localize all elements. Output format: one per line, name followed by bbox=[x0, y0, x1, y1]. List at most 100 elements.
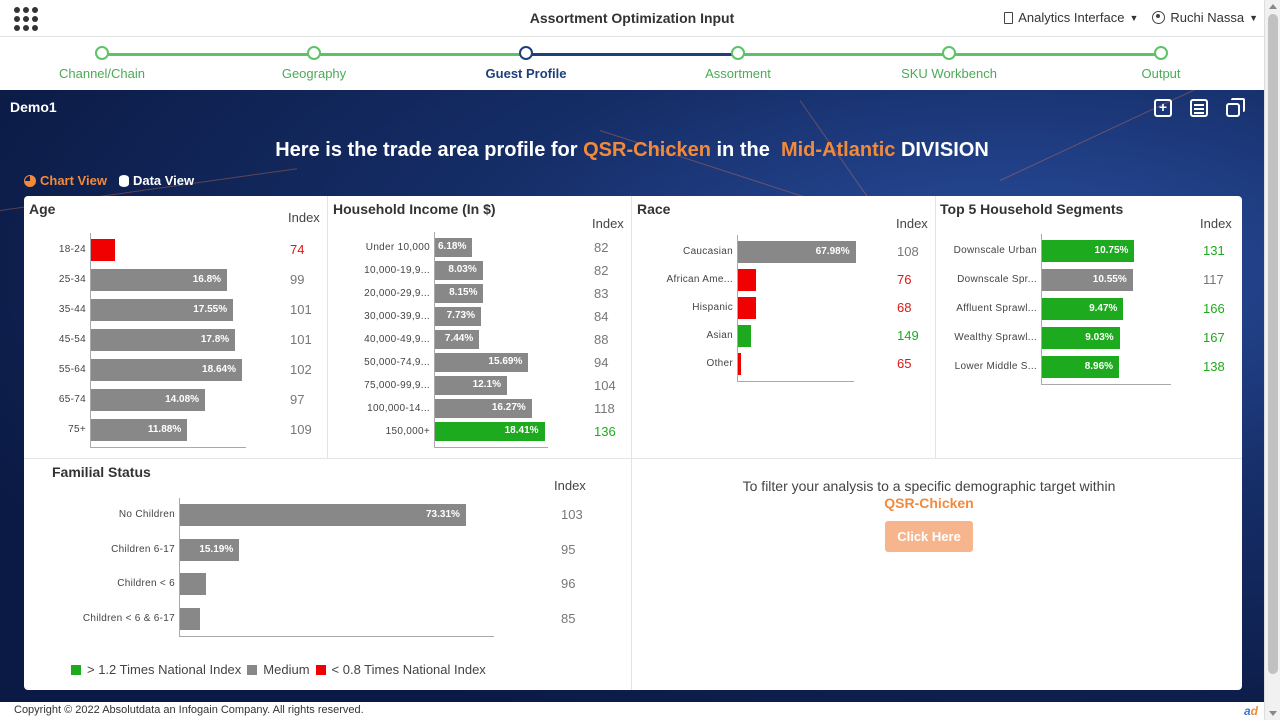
age-bar[interactable]: 11.88% bbox=[91, 419, 188, 441]
copyright-text: Copyright © 2022 Absolutdata an Infogain… bbox=[14, 704, 364, 716]
age-bar[interactable]: 14.08% bbox=[91, 389, 206, 411]
age-category-label: 55-64 bbox=[58, 364, 86, 375]
household-income-in-bar-value: 12.1% bbox=[472, 379, 501, 390]
top-5-household-segments-bar[interactable]: 9.03% bbox=[1042, 327, 1120, 349]
household-income-in-category-label: 75,000-99,9... bbox=[364, 379, 430, 391]
filter-text: To filter your analysis to a specific de… bbox=[742, 478, 1116, 494]
household-income-in-index-value: 104 bbox=[594, 377, 616, 393]
progress-stepper: Channel/Chain Geography Guest Profile As… bbox=[0, 38, 1264, 90]
household-income-in-bar[interactable]: 12.1% bbox=[435, 376, 507, 395]
household-income-in-bar[interactable]: 16.27% bbox=[435, 399, 532, 418]
familial-status-index-value: 96 bbox=[561, 576, 576, 591]
age-category-label: 18-24 bbox=[58, 244, 86, 255]
step-output[interactable]: Output bbox=[1061, 46, 1261, 81]
race-bar[interactable]: 67.98% bbox=[738, 241, 856, 263]
database-icon bbox=[118, 174, 129, 187]
household-income-in-index-value: 83 bbox=[594, 285, 609, 301]
caret-down-icon: ▼ bbox=[1249, 12, 1258, 23]
page-headline: Here is the trade area profile for QSR-C… bbox=[275, 139, 989, 161]
top-5-household-segments-bar[interactable]: 9.47% bbox=[1042, 298, 1124, 320]
click-here-button[interactable]: Click Here bbox=[885, 521, 973, 552]
top-5-household-segments-bar-value: 10.55% bbox=[1092, 274, 1127, 285]
top-5-household-segments-bar[interactable]: 10.55% bbox=[1042, 269, 1133, 291]
step-geography[interactable]: Geography bbox=[214, 46, 414, 81]
household-income-in-bar[interactable]: 7.44% bbox=[435, 330, 480, 349]
chart-view-toggle[interactable]: Chart View bbox=[24, 173, 107, 188]
step-assortment[interactable]: Assortment bbox=[638, 46, 838, 81]
app-grid-icon[interactable] bbox=[14, 7, 38, 31]
race-bar[interactable] bbox=[738, 353, 741, 375]
household-income-in-index-header: Index bbox=[592, 216, 624, 231]
scroll-down-icon[interactable] bbox=[1269, 711, 1277, 716]
familial-status-category-label: Children < 6 bbox=[117, 578, 175, 589]
race-bar[interactable] bbox=[738, 269, 756, 291]
age-bar-value: 14.08% bbox=[165, 394, 200, 405]
familial-status-bar-value: 15.19% bbox=[199, 543, 234, 555]
race-bar[interactable] bbox=[738, 325, 751, 347]
document-icon bbox=[1004, 11, 1014, 24]
familial-status-category-label: Children < 6 & 6-17 bbox=[82, 612, 175, 624]
top-5-household-segments-bar[interactable]: 10.75% bbox=[1042, 240, 1135, 262]
analytics-interface-menu[interactable]: Analytics Interface ▼ bbox=[1004, 10, 1138, 25]
age-bar[interactable]: 16.8% bbox=[91, 269, 228, 291]
household-income-in-bar-value: 16.27% bbox=[491, 402, 526, 413]
familial-status-category-label: No Children bbox=[118, 509, 175, 520]
top-5-household-segments-chart-title: Top 5 Household Segments bbox=[940, 201, 1124, 217]
age-bar[interactable]: 17.55% bbox=[91, 299, 234, 321]
step-channel-chain[interactable]: Channel/Chain bbox=[2, 46, 202, 81]
category-highlight: QSR-Chicken bbox=[583, 139, 711, 161]
familial-status-bar-value: 73.31% bbox=[425, 509, 460, 520]
scrollbar-thumb[interactable] bbox=[1268, 14, 1278, 674]
legend-high: > 1.2 Times National Index bbox=[87, 662, 242, 677]
list-icon[interactable] bbox=[1190, 99, 1208, 117]
race-bar[interactable] bbox=[738, 297, 756, 319]
household-income-in-bar[interactable]: 7.73% bbox=[435, 307, 481, 326]
age-bar-value: 16.8% bbox=[192, 274, 222, 285]
page-scrollbar[interactable] bbox=[1264, 0, 1280, 720]
legend-swatch-high bbox=[71, 664, 81, 675]
familial-status-bar[interactable] bbox=[180, 573, 206, 595]
household-income-in-bar[interactable]: 18.41% bbox=[435, 422, 545, 441]
race-category-label: Other bbox=[706, 358, 733, 369]
age-category-label: 75+ bbox=[68, 424, 86, 435]
company-logo: ad bbox=[1243, 704, 1258, 718]
pie-chart-icon bbox=[24, 174, 36, 187]
scroll-up-icon[interactable] bbox=[1269, 4, 1277, 9]
familial-status-bar[interactable]: 15.19% bbox=[180, 538, 240, 561]
familial-status-chart-title: Familial Status bbox=[52, 464, 151, 480]
race-category-label: African Ame... bbox=[666, 274, 733, 285]
step-sku-workbench[interactable]: SKU Workbench bbox=[849, 46, 1049, 81]
familial-status-bar[interactable]: 73.31% bbox=[180, 504, 466, 526]
top-5-household-segments-index-header: Index bbox=[1200, 216, 1232, 231]
age-bar[interactable]: 18.64% bbox=[91, 359, 242, 381]
familial-status-bar[interactable] bbox=[180, 607, 200, 630]
user-menu[interactable]: Ruchi Nassa ▼ bbox=[1152, 10, 1258, 25]
top-5-household-segments-category-label: Downscale Spr... bbox=[957, 274, 1037, 285]
familial-status-category-label: Children 6-17 bbox=[111, 543, 175, 555]
household-income-in-category-label: 150,000+ bbox=[385, 425, 430, 437]
add-icon[interactable]: + bbox=[1154, 99, 1172, 117]
race-category-label: Hispanic bbox=[692, 302, 733, 313]
copy-icon[interactable] bbox=[1226, 98, 1245, 117]
age-bar[interactable] bbox=[91, 239, 116, 261]
household-income-in-index-value: 118 bbox=[594, 400, 615, 416]
top-5-household-segments-index-value: 166 bbox=[1203, 301, 1225, 316]
household-income-in-category-label: Under 10,000 bbox=[365, 241, 430, 253]
race-category-label: Asian bbox=[706, 330, 733, 341]
household-income-in-bar[interactable]: 8.15% bbox=[435, 284, 484, 303]
household-income-in-bar[interactable]: 15.69% bbox=[435, 353, 529, 372]
top-5-household-segments-bar[interactable]: 8.96% bbox=[1042, 356, 1120, 378]
age-category-label: 25-34 bbox=[58, 274, 86, 285]
user-icon bbox=[1152, 11, 1166, 24]
age-bar[interactable]: 17.8% bbox=[91, 329, 236, 351]
household-income-in-category-label: 40,000-49,9... bbox=[364, 333, 430, 345]
data-view-toggle[interactable]: Data View bbox=[118, 173, 194, 188]
user-name: Ruchi Nassa bbox=[1170, 10, 1245, 25]
top-5-household-segments-index-value: 138 bbox=[1203, 359, 1225, 374]
filter-callout: To filter your analysis to a specific de… bbox=[632, 478, 1226, 552]
household-income-in-bar[interactable]: 8.03% bbox=[435, 261, 483, 280]
race-chart-title: Race bbox=[637, 201, 671, 217]
household-income-in-bar-value: 8.03% bbox=[448, 264, 477, 275]
household-income-in-bar[interactable]: 6.18% bbox=[435, 238, 472, 257]
step-guest-profile[interactable]: Guest Profile bbox=[426, 46, 626, 81]
